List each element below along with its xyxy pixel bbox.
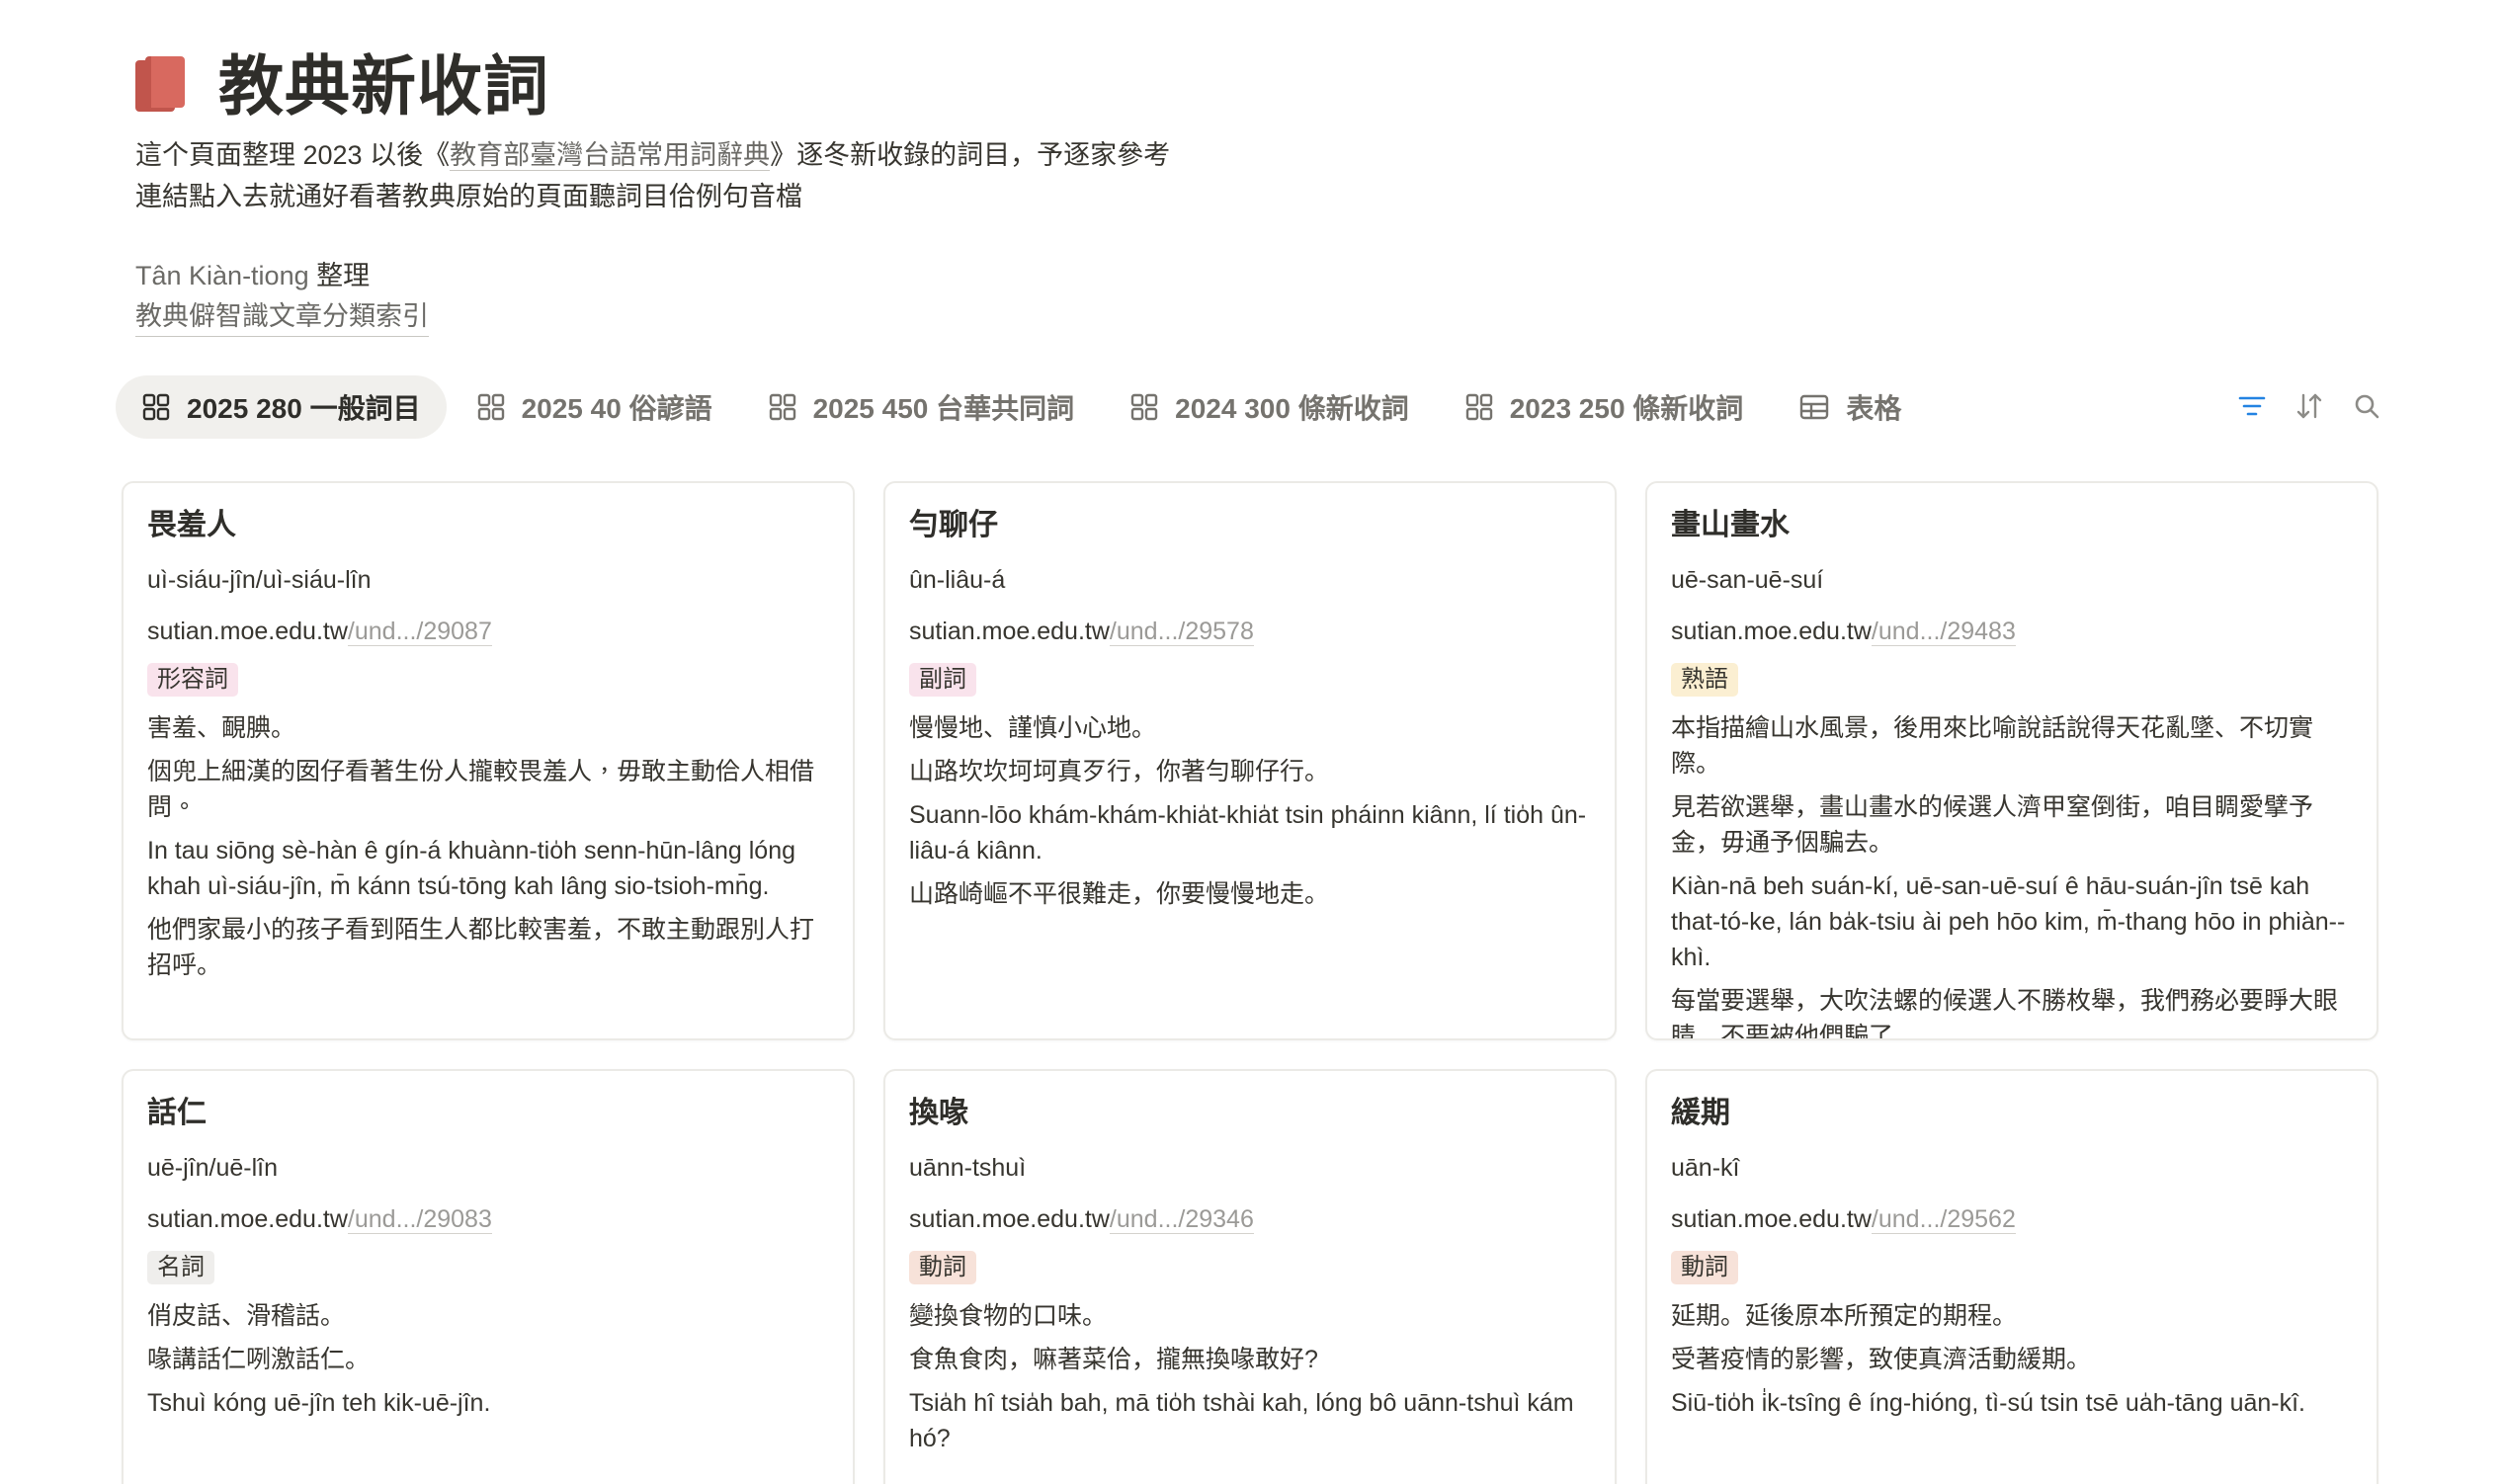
card-text-line: Tsia̍h hî tsia̍h bah, mā tio̍h tshài kah…	[909, 1389, 1574, 1452]
gallery-icon	[1129, 392, 1159, 422]
card-url[interactable]: sutian.moe.edu.tw/und.../29562	[1671, 1201, 2353, 1237]
tab-view-4[interactable]: 2024 300 條新收詞	[1104, 375, 1435, 439]
card-url[interactable]: sutian.moe.edu.tw/und.../29483	[1671, 614, 2353, 649]
url-host: sutian.moe.edu.tw	[1671, 618, 1872, 645]
url-path: /und.../29578	[1109, 618, 1254, 646]
url-path: /und.../29562	[1871, 1205, 2016, 1234]
card-word: 畫山畫水	[1671, 509, 1790, 541]
card-text-line: Suann-lōo khám-khám-khia̍t-khia̍t tsin p…	[909, 801, 1587, 865]
page-description-line-2: 連結點入去就通好看著教典原始的頁面聽詞目佮例句音檔	[135, 182, 802, 211]
part-of-speech-tag: 動詞	[909, 1251, 976, 1284]
page-header: 教典新收詞 這个頁面整理 2023 以後《教育部臺灣台語常用詞辭典》逐冬新收錄的…	[135, 41, 1170, 337]
gallery-card[interactable]: 畏羞人 uì-siáu-jîn/uì-siáu-lîn sutian.moe.edu…	[122, 481, 855, 1040]
card-url[interactable]: sutian.moe.edu.tw/und.../29087	[147, 614, 829, 649]
page-description-line-1: 這个頁面整理 2023 以後《教育部臺灣台語常用詞辭典》逐冬新收錄的詞目，予逐家…	[135, 140, 1171, 171]
card-word: 緩期	[1671, 1097, 1730, 1129]
card-text-line: Tshuì kóng uē-jîn teh kik-uē-jîn.	[147, 1389, 491, 1417]
card-url[interactable]: sutian.moe.edu.tw/und.../29083	[147, 1201, 829, 1237]
card-text-line: 本指描繪山水風景，後用來比喻說話說得天花亂墜、不切實際。	[1671, 714, 2314, 778]
card-romanization: uì-siáu-jîn/uì-siáu-lîn	[147, 566, 372, 594]
card-text-line: 受著疫情的影響，致使真濟活動緩期。	[1671, 1346, 2092, 1373]
url-path: /und.../29087	[347, 618, 492, 646]
card-romanization: uānn-tshuì	[909, 1154, 1027, 1182]
url-host: sutian.moe.edu.tw	[1671, 1205, 1872, 1233]
url-host: sutian.moe.edu.tw	[147, 618, 348, 645]
card-text-line: 他們家最小的孩子看到陌生人都比較害羞，不敢主動跟別人打招呼。	[147, 916, 815, 979]
gallery-grid: 畏羞人 uì-siáu-jîn/uì-siáu-lîn sutian.moe.edu…	[122, 481, 2378, 1484]
part-of-speech-tag: 副詞	[909, 663, 976, 697]
author-name[interactable]: Tân Kiàn-tiong	[135, 261, 309, 290]
tab-label: 2023 250 條新收詞	[1509, 393, 1744, 424]
gallery-card[interactable]: 勻聊仔 ûn-liâu-á sutian.moe.edu.tw/und.../295…	[883, 481, 1617, 1040]
tab-label: 2025 40 俗諺語	[521, 393, 712, 424]
part-of-speech-tag: 名詞	[147, 1251, 214, 1284]
gallery-card[interactable]: 話仁 uē-jîn/uē-lîn sutian.moe.edu.tw/und.../…	[122, 1069, 855, 1484]
table-icon	[1798, 393, 1830, 421]
card-text-line: In tau siōng sè-hàn ê gín-á khuànn-tio̍h…	[147, 837, 796, 900]
url-host: sutian.moe.edu.tw	[909, 618, 1110, 645]
view-toolbar	[2213, 387, 2385, 425]
gallery-icon	[768, 392, 797, 422]
gallery-card[interactable]: 畫山畫水 uē-san-uē-suí sutian.moe.edu.tw/und..…	[1645, 481, 2378, 1040]
tab-view-6[interactable]: 表格	[1773, 375, 1927, 439]
gallery-icon	[476, 392, 506, 422]
card-text-line: 變換食物的口味。	[909, 1302, 1108, 1330]
card-word: 勻聊仔	[909, 509, 998, 541]
card-text-line: 延期。延後原本所預定的期程。	[1671, 1302, 2018, 1330]
card-word: 畏羞人	[147, 509, 236, 541]
part-of-speech-tag: 熟語	[1671, 663, 1738, 697]
gallery-icon	[141, 392, 171, 422]
gallery-icon	[1464, 392, 1494, 422]
part-of-speech-tag: 動詞	[1671, 1251, 1738, 1284]
card-text-line: 見若欲選舉，畫山畫水的候選人濟甲窒倒街，咱目睭愛擘予金，毋通予𪜶騙去。	[1671, 793, 2314, 857]
card-text-line: 喙講話仁咧激話仁。	[147, 1346, 371, 1373]
url-host: sutian.moe.edu.tw	[909, 1205, 1110, 1233]
card-text-line: 𪜶兜上細漢的囡仔看著生份人攏較畏羞人，毋敢主動佮人相借問。	[147, 758, 815, 821]
tab-view-2[interactable]: 2025 40 俗諺語	[451, 375, 738, 439]
sort-icon[interactable]	[2291, 387, 2328, 425]
card-text-line: 每當要選舉，大吹法螺的候選人不勝枚舉，我們務必要睜大眼睛，不要被他們騙了。	[1671, 987, 2339, 1040]
card-url[interactable]: sutian.moe.edu.tw/und.../29578	[909, 614, 1591, 649]
url-host: sutian.moe.edu.tw	[147, 1205, 348, 1233]
page-title: 教典新收詞	[218, 49, 549, 123]
card-text-line: 害羞、靦腆。	[147, 714, 296, 742]
url-path: /und.../29346	[1109, 1205, 1254, 1234]
card-text-line: Kiàn-nā beh suán-kí, uē-san-uē-suí ê hāu…	[1671, 872, 2346, 971]
card-text-line: Siū-tio̍h i̍k-tsîng ê íng-hióng, tì-sú t…	[1671, 1389, 2306, 1417]
card-romanization: ûn-liâu-á	[909, 566, 1006, 594]
dictionary-link[interactable]: 教育部臺灣台語常用詞辭典	[450, 140, 771, 171]
card-romanization: uē-san-uē-suí	[1671, 566, 1824, 594]
card-text-line: 食魚食肉，嘛著菜佮，攏無換喙敢好?	[909, 1346, 1318, 1373]
book-icon	[135, 56, 187, 116]
tab-label: 2025 280 一般詞目	[187, 393, 421, 424]
tab-view-3[interactable]: 2025 450 台華共同詞	[742, 375, 1101, 439]
index-link[interactable]: 教典僻智識文章分類索引	[135, 296, 429, 337]
tab-label: 2025 450 台華共同詞	[812, 393, 1075, 424]
part-of-speech-tag: 形容詞	[147, 663, 238, 697]
filter-icon[interactable]	[2233, 387, 2271, 425]
card-text-line: 山路坎坎坷坷真歹行，你著勻聊仔行。	[909, 758, 1330, 785]
card-text-line: 山路崎嶇不平很難走，你要慢慢地走。	[909, 880, 1330, 908]
gallery-card[interactable]: 換喙 uānn-tshuì sutian.moe.edu.tw/und.../293…	[883, 1069, 1617, 1484]
card-romanization: uē-jîn/uē-lîn	[147, 1154, 279, 1182]
card-word: 換喙	[909, 1097, 968, 1129]
view-tabs: 2025 280 一般詞目 2025 40 俗諺語 2025 450 台華共同詞 20…	[116, 375, 1931, 439]
url-path: /und.../29483	[1871, 618, 2016, 646]
url-path: /und.../29083	[347, 1205, 492, 1234]
author-line: Tân Kiàn-tiong 整理	[135, 261, 371, 290]
tab-label: 表格	[1846, 393, 1902, 424]
search-icon[interactable]	[2348, 387, 2385, 425]
tab-view-1[interactable]: 2025 280 一般詞目	[116, 375, 447, 439]
card-text-line: 慢慢地、謹慎小心地。	[909, 714, 1157, 742]
card-word: 話仁	[147, 1097, 207, 1129]
tab-view-5[interactable]: 2023 250 條新收詞	[1439, 375, 1770, 439]
card-romanization: uān-kî	[1671, 1154, 1740, 1182]
gallery-card[interactable]: 緩期 uān-kî sutian.moe.edu.tw/und.../29562 動詞…	[1645, 1069, 2378, 1484]
tab-label: 2024 300 條新收詞	[1175, 393, 1409, 424]
card-url[interactable]: sutian.moe.edu.tw/und.../29346	[909, 1201, 1591, 1237]
card-text-line: 俏皮話、滑稽話。	[147, 1302, 346, 1330]
